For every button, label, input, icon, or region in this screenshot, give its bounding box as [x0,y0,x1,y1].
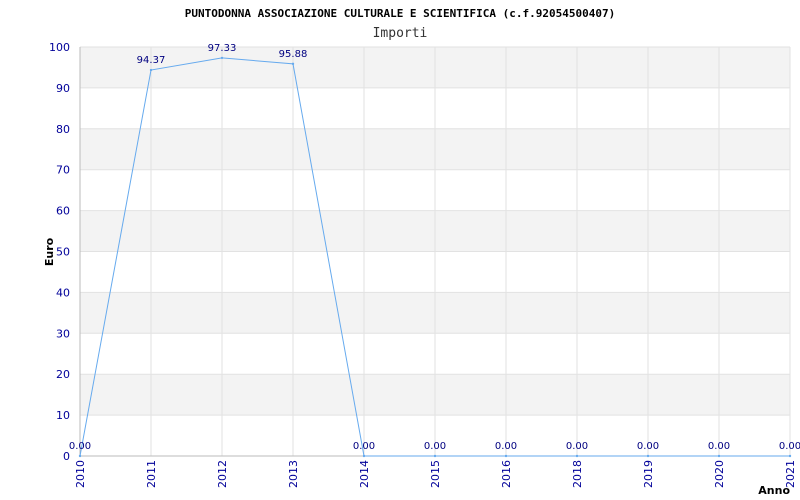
data-point [220,56,224,60]
y-tick-label: 20 [56,368,70,381]
x-tick-label: 2019 [642,460,655,488]
data-point [788,454,792,458]
data-label: 0.00 [424,441,446,452]
y-tick-label: 90 [56,82,70,95]
data-label: 0.00 [566,441,588,452]
y-tick-label: 100 [49,41,70,54]
chart-title: PUNTODONNA ASSOCIAZIONE CULTURALE E SCIE… [185,7,615,20]
chart-subtitle: Importi [373,26,428,41]
y-tick-label: 40 [56,286,70,299]
data-point [575,454,579,458]
x-tick-label: 2018 [571,460,584,488]
data-point [362,454,366,458]
data-point [646,454,650,458]
x-tick-label: 2014 [358,460,371,488]
data-point [717,454,721,458]
data-point [504,454,508,458]
x-tick-label: 2015 [429,460,442,488]
y-tick-label: 30 [56,327,70,340]
x-tick-label: 2016 [500,460,513,488]
data-label: 95.88 [279,49,308,60]
y-axis-label: Euro [43,237,56,266]
y-tick-label: 70 [56,164,70,177]
line-chart: PUNTODONNA ASSOCIAZIONE CULTURALE E SCIE… [43,7,800,497]
data-label: 0.00 [637,441,659,452]
data-point [78,454,82,458]
data-label: 0.00 [353,441,375,452]
x-tick-label: 2011 [145,460,158,488]
data-point [433,454,437,458]
data-point [149,68,153,72]
data-label: 94.37 [137,55,166,66]
data-label: 0.00 [708,441,730,452]
x-tick-label: 2010 [74,460,87,488]
data-label: 97.33 [208,43,237,54]
y-tick-label: 50 [56,246,70,259]
x-tick-labels: 2010 2011 2012 2013 2014 2015 2016 2018 2019 2020… [74,460,797,488]
y-tick-label: 80 [56,123,70,136]
y-tick-label: 10 [56,409,70,422]
x-tick-label: 2012 [216,460,229,488]
data-point [291,62,295,66]
x-tick-label: 2013 [287,460,300,488]
y-tick-label: 60 [56,205,70,218]
x-tick-label: 2020 [713,460,726,488]
data-label: 0.00 [69,441,91,452]
data-label: 0.00 [779,441,800,452]
data-label: 0.00 [495,441,517,452]
x-axis-label: Anno [758,484,790,497]
